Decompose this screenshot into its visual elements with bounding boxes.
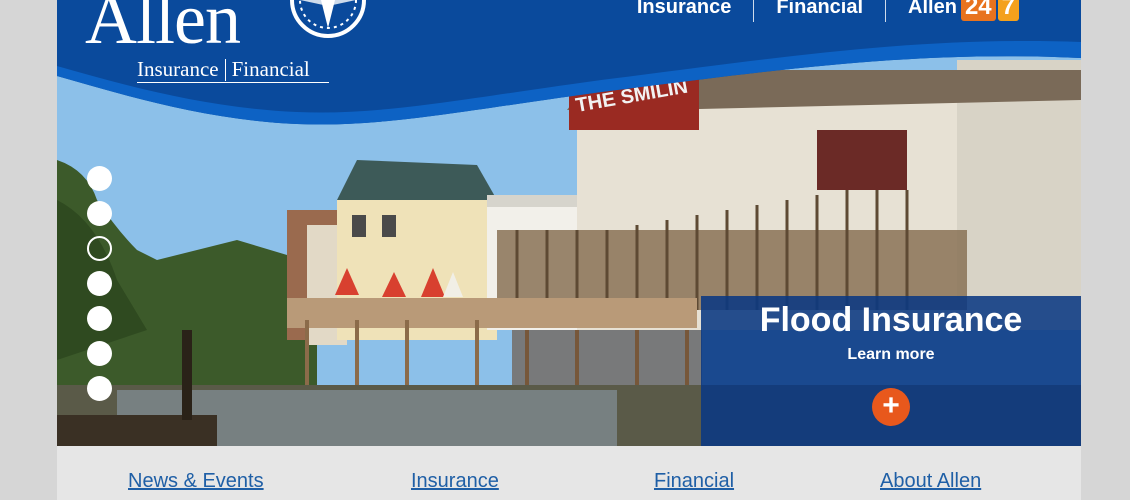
hero-slider: THE SMILIN Allen Insurance Financial Ins… bbox=[57, 0, 1081, 446]
badge-7: 7 bbox=[997, 0, 1019, 21]
slider-dots bbox=[87, 166, 112, 401]
logo-financial: Financial bbox=[231, 57, 310, 81]
promo-title: Flood Insurance bbox=[759, 301, 1023, 339]
slider-dot-7[interactable] bbox=[87, 376, 112, 401]
promo-panel: Flood Insurance Learn more + bbox=[701, 296, 1081, 446]
page: THE SMILIN Allen Insurance Financial Ins… bbox=[57, 0, 1081, 500]
slider-dot-4[interactable] bbox=[87, 271, 112, 296]
top-nav-insurance[interactable]: Insurance bbox=[615, 0, 753, 22]
logo-insurance: Insurance bbox=[137, 57, 219, 81]
bottom-nav: News & Events Insurance Financial About … bbox=[57, 446, 1081, 500]
top-nav-allen-label: Allen bbox=[908, 0, 957, 18]
slider-dot-5[interactable] bbox=[87, 306, 112, 331]
slider-dot-1[interactable] bbox=[87, 166, 112, 191]
badge-24: 24 bbox=[960, 0, 996, 21]
logo-tagline: Insurance Financial bbox=[137, 57, 310, 82]
bottom-nav-about-allen[interactable]: About Allen bbox=[880, 470, 981, 493]
slider-dot-3[interactable] bbox=[87, 236, 112, 261]
top-nav-financial[interactable]: Financial bbox=[753, 0, 885, 22]
bottom-nav-insurance[interactable]: Insurance bbox=[411, 470, 499, 493]
slider-dot-2[interactable] bbox=[87, 201, 112, 226]
badge-247: 24 7 bbox=[960, 0, 1019, 21]
logo-divider bbox=[224, 58, 226, 81]
slider-dot-6[interactable] bbox=[87, 341, 112, 366]
compass-icon bbox=[290, 0, 366, 38]
top-nav: Insurance Financial Allen 24 7 bbox=[615, 0, 1041, 22]
logo-wordmark[interactable]: Allen bbox=[85, 0, 241, 61]
bottom-nav-financial[interactable]: Financial bbox=[654, 470, 734, 493]
site-header: Allen Insurance Financial Insurance Fina… bbox=[57, 0, 1081, 130]
logo-underline bbox=[137, 82, 329, 83]
learn-more-link[interactable]: Learn more bbox=[847, 346, 934, 364]
plus-icon[interactable]: + bbox=[872, 388, 910, 426]
top-nav-allen247[interactable]: Allen 24 7 bbox=[885, 0, 1041, 22]
bottom-nav-news-events[interactable]: News & Events bbox=[128, 470, 264, 493]
